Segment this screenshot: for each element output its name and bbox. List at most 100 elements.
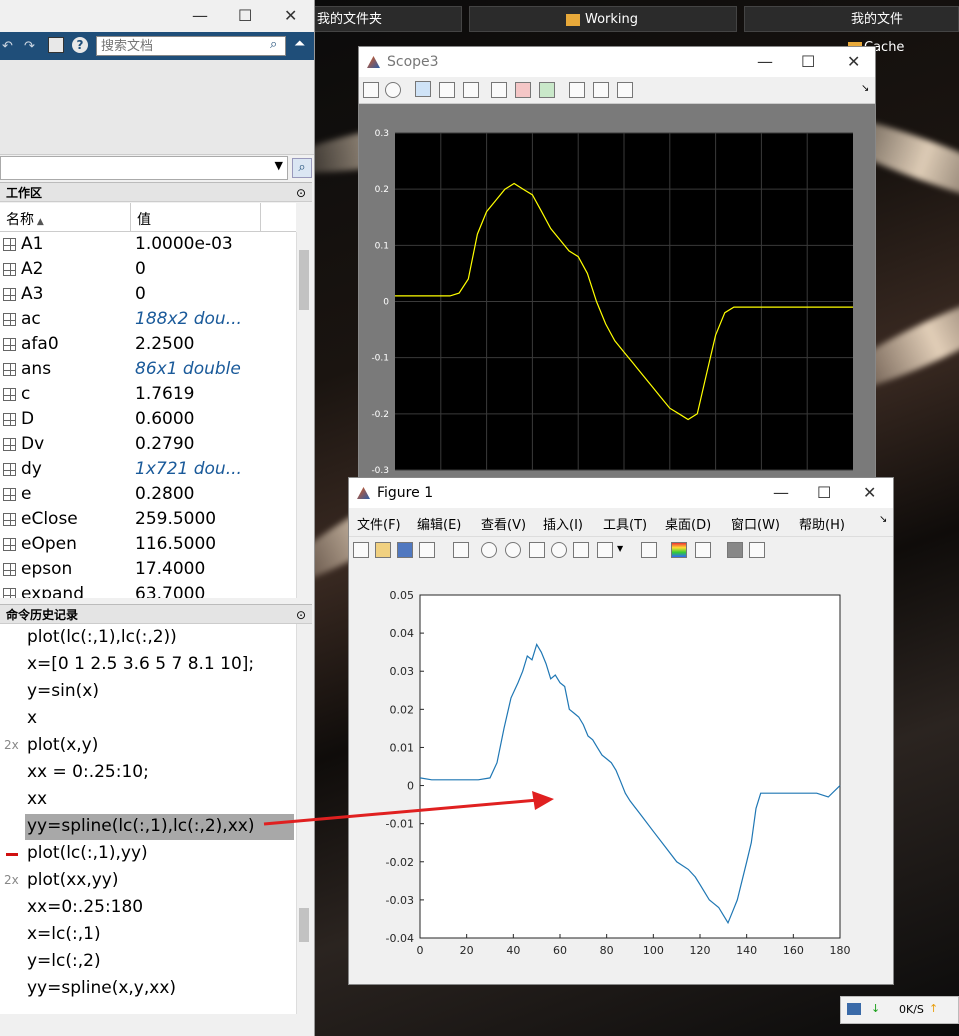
rotate-3d-icon[interactable] [551,542,567,558]
history-item[interactable]: plot(lc(:,1),yy) [0,840,296,867]
zoom-in-icon[interactable] [415,81,431,97]
column-header-name[interactable]: 名称 ▲ [6,209,44,229]
help-icon[interactable]: ? [72,37,88,53]
maximize-icon[interactable]: ☐ [817,478,831,508]
history-item[interactable]: x [0,705,296,732]
workspace-row[interactable]: afa0 2.2500 [0,332,296,357]
menu-item[interactable]: 文件(F) [357,514,401,533]
link-plot-icon[interactable] [641,542,657,558]
history-item[interactable]: x=[0 1 2.5 3.6 5 7 8.1 10]; [0,651,296,678]
hide-plot-tools-icon[interactable] [727,542,743,558]
lock-icon[interactable] [593,82,609,98]
menu-item[interactable]: 插入(I) [543,514,583,533]
workspace-row[interactable]: c 1.7619 [0,382,296,407]
menu-item[interactable]: 桌面(D) [665,514,711,533]
open-file-icon[interactable] [375,542,391,558]
pointer-arrow-icon[interactable] [453,542,469,558]
print-icon[interactable] [363,82,379,98]
pan-hand-icon[interactable] [529,542,545,558]
chevron-down-icon[interactable]: ▼ [617,544,623,553]
minimize-icon[interactable]: — [773,478,789,508]
menu-item[interactable]: 帮助(H) [799,514,845,533]
close-icon[interactable]: ✕ [284,6,297,25]
menu-item[interactable]: 查看(V) [481,514,526,533]
workspace-row[interactable]: epson 17.4000 [0,557,296,582]
scrollbar-thumb[interactable] [299,250,309,310]
highlight-block-icon[interactable] [515,82,531,98]
history-item[interactable]: y=lc(:,2) [0,948,296,975]
switch-windows-icon[interactable] [48,37,64,53]
menu-item[interactable]: 窗口(W) [731,514,780,533]
autoscale-icon[interactable] [491,82,507,98]
colorbar-icon[interactable] [671,542,687,558]
redo-icon[interactable]: ↷ [24,39,35,54]
zoom-x-icon[interactable] [439,82,455,98]
save-icon[interactable] [397,542,413,558]
minimize-icon[interactable]: — [192,6,208,25]
workspace-row[interactable]: eClose 259.5000 [0,507,296,532]
history-item[interactable]: xx=0:.25:180 [0,894,296,921]
settings-gear-icon[interactable] [385,82,401,98]
history-item[interactable]: xx = 0:.25:10; [0,759,296,786]
close-icon[interactable]: ✕ [847,47,860,77]
maximize-icon[interactable]: ☐ [801,47,815,77]
workspace-row[interactable]: A2 0 [0,257,296,282]
legend-icon[interactable] [695,542,711,558]
menu-item[interactable]: 工具(T) [603,514,647,533]
variable-icon [3,363,16,376]
chevron-down-icon[interactable]: ▼ [275,159,283,172]
cursor-measure-icon[interactable] [617,82,633,98]
workspace-row[interactable]: eOpen 116.5000 [0,532,296,557]
history-item[interactable]: y=sin(x) [0,678,296,705]
history-item[interactable]: yy=spline(lc(:,1),lc(:,2),xx) [0,813,296,840]
column-header-value[interactable]: 值 [137,209,151,229]
network-speed-widget[interactable]: ↓ 0K/S ↑ [840,996,959,1024]
workspace-row[interactable]: ac 188x2 dou... [0,307,296,332]
current-folder-path-field[interactable]: ▼ [0,156,288,180]
y-tick-label: 0.02 [390,703,415,716]
workspace-row[interactable]: A1 1.0000e-03 [0,232,296,257]
workspace-row[interactable]: A3 0 [0,282,296,307]
menu-item[interactable]: 编辑(E) [417,514,461,533]
scrollbar-thumb[interactable] [299,908,309,942]
zoom-in-icon[interactable] [481,542,497,558]
history-item[interactable]: 2x plot(xx,yy) [0,867,296,894]
workspace-row[interactable]: dy 1x721 dou... [0,457,296,482]
workspace-row[interactable]: D 0.6000 [0,407,296,432]
data-cursor-icon[interactable] [573,542,589,558]
history-item[interactable]: x=lc(:,1) [0,921,296,948]
browse-folder-search-icon[interactable]: ⌕ [292,158,312,178]
toolbar-overflow-icon[interactable]: ↘ [861,83,869,94]
print-icon[interactable] [419,542,435,558]
y-tick-label: 0 [383,298,389,308]
signal-select-icon[interactable] [539,82,555,98]
close-icon[interactable]: ✕ [863,478,876,508]
workspace-row[interactable]: ans 86x1 double [0,357,296,382]
workspace-row[interactable]: e 0.2800 [0,482,296,507]
panel-options-icon[interactable]: ⊙ [296,605,306,625]
taskbar-item-my-folder[interactable]: 我的文件夹 [314,6,462,32]
history-item[interactable]: plot(lc(:,1),lc(:,2)) [0,624,296,651]
zoom-out-icon[interactable] [505,542,521,558]
new-figure-icon[interactable] [353,542,369,558]
history-item[interactable]: 2x plot(x,y) [0,732,296,759]
taskbar-item-working[interactable]: Working [469,6,737,32]
taskbar-item-my-files[interactable]: 我的文件 [744,6,959,32]
history-item[interactable]: xx [0,786,296,813]
show-plot-tools-icon[interactable] [749,542,765,558]
workspace-row[interactable]: expand 63.7000 [0,582,296,598]
history-item[interactable]: yy=spline(x,y,xx) [0,975,296,1002]
undo-icon[interactable]: ↶ [2,39,13,54]
search-icon[interactable]: ⌕ [270,37,277,52]
brush-icon[interactable] [597,542,613,558]
panel-options-icon[interactable]: ⊙ [296,183,306,203]
workspace-row[interactable]: Dv 0.2790 [0,432,296,457]
collapse-toolstrip-icon[interactable]: ⏶ [294,36,305,52]
search-documentation-input[interactable] [96,36,286,56]
minimize-icon[interactable]: — [757,47,773,77]
snapshot-icon[interactable] [569,82,585,98]
menu-overflow-icon[interactable]: ↘ [879,514,887,525]
zoom-y-icon[interactable] [463,82,479,98]
maximize-icon[interactable]: ☐ [238,6,252,25]
workspace-scrollbar[interactable] [296,232,311,598]
